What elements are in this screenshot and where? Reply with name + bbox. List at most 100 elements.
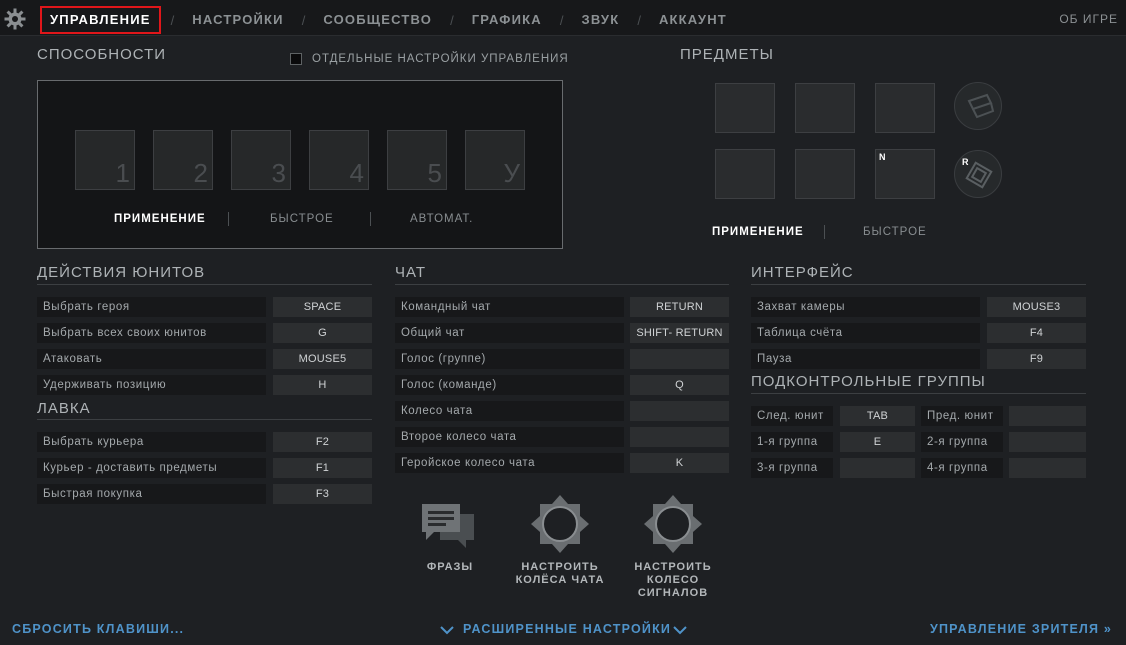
ability-slot-5[interactable]: 5 <box>387 130 447 190</box>
item-slot-6[interactable]: N <box>875 149 935 199</box>
section-divider <box>751 284 1086 285</box>
hotkey-label: Общий чат <box>395 323 624 343</box>
ability-mode-normal[interactable]: ПРИМЕНЕНИЕ <box>114 213 206 225</box>
hotkey-label: Выбрать героя <box>37 297 266 317</box>
hotkey-button[interactable]: E <box>840 432 915 452</box>
hotkey-button[interactable] <box>1009 406 1086 426</box>
tab-controls[interactable]: УПРАВЛЕНИЕ <box>40 6 161 34</box>
interface-title: ИНТЕРФЕЙС <box>751 264 854 281</box>
ability-key: 5 <box>427 158 442 188</box>
phrases-label: ФРАЗЫ <box>426 561 474 573</box>
ability-slot-4[interactable]: 4 <box>309 130 369 190</box>
item-slot-4[interactable] <box>715 149 775 199</box>
mode-separator <box>228 212 229 226</box>
neutral-item-slot[interactable]: R <box>954 150 1002 198</box>
tab-account[interactable]: АККАУНТ <box>651 6 735 34</box>
hotkey-label: Второе колесо чата <box>395 427 624 447</box>
item-slot-2[interactable] <box>795 83 855 133</box>
hotkey-button[interactable]: H <box>273 375 372 395</box>
hotkey-row: Выбрать курьера F2 <box>37 432 372 452</box>
chevron-down-icon <box>673 626 687 635</box>
hotkey-button[interactable]: F2 <box>273 432 372 452</box>
hotkey-button[interactable]: F3 <box>273 484 372 504</box>
hotkey-button[interactable]: SHIFT- RETURN <box>630 323 729 343</box>
shop-title: ЛАВКА <box>37 400 91 417</box>
hotkey-button[interactable]: MOUSE5 <box>273 349 372 369</box>
hotkey-button[interactable] <box>1009 458 1086 478</box>
advanced-settings-label: РАСШИРЕННЫЕ НАСТРОЙКИ <box>463 622 672 636</box>
abilities-panel: 1 2 3 4 5 У ПРИМЕНЕНИЕ БЫСТРОЕ АВТОМАТ. <box>37 80 563 249</box>
nav-separator: / <box>637 12 641 28</box>
tab-community[interactable]: СООБЩЕСТВО <box>315 6 440 34</box>
hotkey-button[interactable]: MOUSE3 <box>987 297 1086 317</box>
hotkey-label: 2-я группа <box>921 432 1003 452</box>
hotkey-row: Быстрая покупка F3 <box>37 484 372 504</box>
hotkey-button[interactable] <box>1009 432 1086 452</box>
hotkey-row: Голос (команде) Q <box>395 375 729 395</box>
teleport-slot[interactable] <box>954 82 1002 130</box>
hotkey-label: Курьер - доставить предметы <box>37 458 266 478</box>
hotkey-row: Второе колесо чата <box>395 427 729 447</box>
label-line: НАСТРОИТЬ <box>634 561 712 573</box>
spectator-controls-link[interactable]: УПРАВЛЕНИЕ ЗРИТЕЛЯ » <box>930 622 1112 636</box>
hotkey-row: Атаковать MOUSE5 <box>37 349 372 369</box>
ability-key: 3 <box>271 158 286 188</box>
hotkey-button[interactable]: SPACE <box>273 297 372 317</box>
unit-actions-title: ДЕЙСТВИЯ ЮНИТОВ <box>37 264 206 281</box>
control-group-row: След. юнит TAB Пред. юнит <box>751 406 1086 426</box>
hotkey-button[interactable]: F4 <box>987 323 1086 343</box>
tab-graphics[interactable]: ГРАФИКА <box>464 6 550 34</box>
item-key: N <box>879 152 886 162</box>
hotkey-button[interactable]: Q <box>630 375 729 395</box>
item-slot-5[interactable] <box>795 149 855 199</box>
hotkey-label: 4-я группа <box>921 458 1003 478</box>
hotkey-button[interactable]: G <box>273 323 372 343</box>
separate-settings-checkbox[interactable] <box>290 53 302 65</box>
label-line: КОЛЕСО <box>646 574 700 586</box>
hotkey-button[interactable] <box>840 458 915 478</box>
item-key: R <box>962 157 969 167</box>
hotkey-row: Выбрать всех своих юнитов G <box>37 323 372 343</box>
hotkey-row: Курьер - доставить предметы F1 <box>37 458 372 478</box>
hotkey-row: Колесо чата <box>395 401 729 421</box>
hotkey-button[interactable]: TAB <box>840 406 915 426</box>
chat-title: ЧАТ <box>395 264 426 281</box>
hotkey-button[interactable]: F9 <box>987 349 1086 369</box>
ability-slot-ultimate[interactable]: У <box>465 130 525 190</box>
hotkey-row: Выбрать героя SPACE <box>37 297 372 317</box>
item-mode-normal[interactable]: ПРИМЕНЕНИЕ <box>712 226 804 238</box>
configure-ping-wheel-label: НАСТРОИТЬ КОЛЕСО СИГНАЛОВ <box>613 561 733 600</box>
chevron-down-icon <box>440 626 454 635</box>
ability-mode-auto[interactable]: АВТОМАТ. <box>410 213 473 225</box>
ability-slot-1[interactable]: 1 <box>75 130 135 190</box>
hotkey-button[interactable] <box>630 401 729 421</box>
nav-separator: / <box>170 12 175 28</box>
control-group-row: 1-я группа E 2-я группа <box>751 432 1086 452</box>
item-slot-1[interactable] <box>715 83 775 133</box>
tab-sound[interactable]: ЗВУК <box>573 6 627 34</box>
hotkey-button[interactable]: RETURN <box>630 297 729 317</box>
section-divider <box>751 393 1086 394</box>
gear-icon[interactable] <box>4 8 26 30</box>
reset-keys-link[interactable]: СБРОСИТЬ КЛАВИШИ... <box>12 622 184 636</box>
tab-settings[interactable]: НАСТРОЙКИ <box>184 6 292 34</box>
label-line: НАСТРОИТЬ <box>521 561 599 573</box>
item-mode-quick[interactable]: БЫСТРОЕ <box>863 226 927 238</box>
mode-separator <box>370 212 371 226</box>
hotkey-row: Общий чат SHIFT- RETURN <box>395 323 729 343</box>
section-divider <box>37 284 372 285</box>
hotkey-button[interactable]: F1 <box>273 458 372 478</box>
mode-separator <box>824 225 825 239</box>
hotkey-row: Геройское колесо чата K <box>395 453 729 473</box>
ability-mode-quick[interactable]: БЫСТРОЕ <box>270 213 334 225</box>
ability-slot-2[interactable]: 2 <box>153 130 213 190</box>
hotkey-label: Атаковать <box>37 349 266 369</box>
about-link[interactable]: ОБ ИГРЕ <box>1059 12 1118 26</box>
hotkey-button[interactable] <box>630 427 729 447</box>
item-slot-3[interactable] <box>875 83 935 133</box>
hotkey-button[interactable]: K <box>630 453 729 473</box>
hotkey-row: Удерживать позицию H <box>37 375 372 395</box>
nav-separator: / <box>301 12 306 28</box>
hotkey-button[interactable] <box>630 349 729 369</box>
ability-slot-3[interactable]: 3 <box>231 130 291 190</box>
